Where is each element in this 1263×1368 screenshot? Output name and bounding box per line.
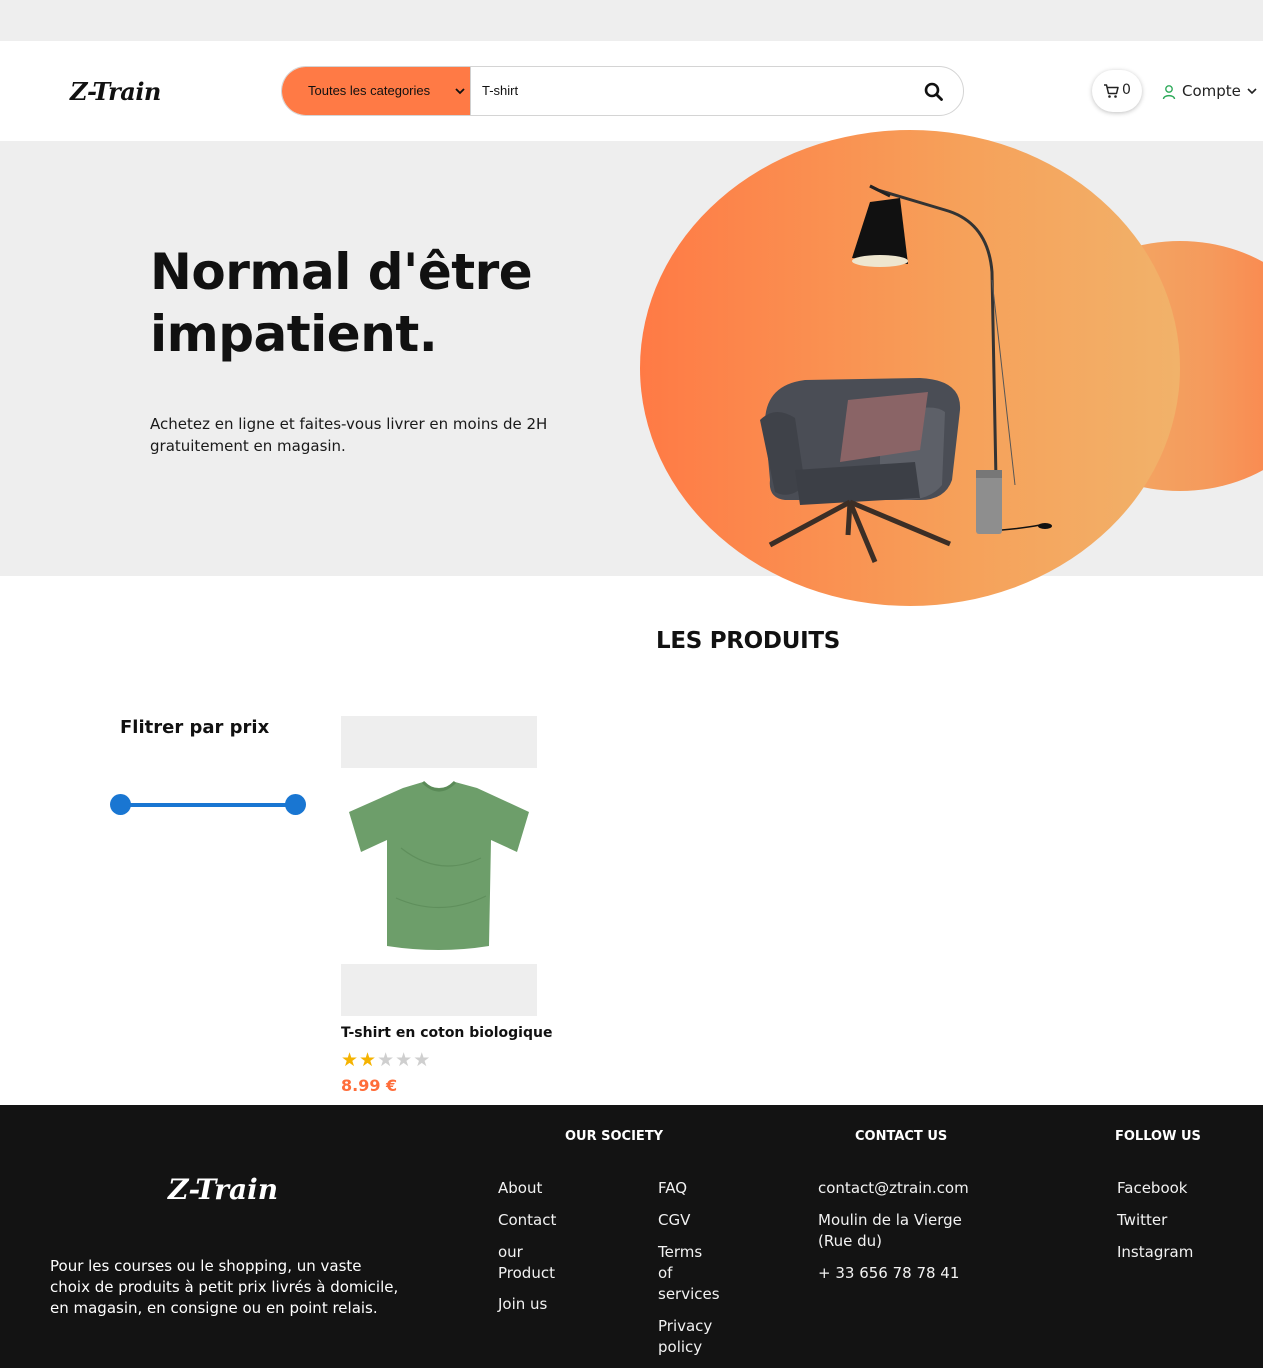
footer-heading-follow: FOLLOW US bbox=[1115, 1129, 1201, 1144]
product-name[interactable]: T-shirt en coton biologique bbox=[341, 1025, 552, 1041]
slider-min-handle[interactable] bbox=[110, 794, 131, 815]
star-empty-icon: ★ bbox=[377, 1049, 395, 1071]
slider-track bbox=[120, 803, 296, 807]
footer-link-about[interactable]: About bbox=[498, 1178, 608, 1199]
footer-link-contact[interactable]: Contact bbox=[498, 1210, 608, 1231]
footer-link-faq[interactable]: FAQ bbox=[658, 1178, 758, 1199]
cart-count: 0 bbox=[1122, 82, 1131, 98]
footer-link-our-product[interactable]: our Product bbox=[498, 1242, 560, 1284]
search-icon[interactable] bbox=[922, 80, 946, 104]
price-filter-title: Flitrer par prix bbox=[120, 717, 270, 738]
hero-title: Normal d'être impatient. bbox=[150, 243, 533, 363]
armchair-and-lamp-image bbox=[760, 184, 1052, 563]
cart-button[interactable]: 0 bbox=[1092, 70, 1142, 112]
footer-link-twitter[interactable]: Twitter bbox=[1117, 1210, 1237, 1231]
cart-icon bbox=[1104, 84, 1119, 98]
footer-contact-address: Moulin de la Vierge (Rue du) bbox=[818, 1211, 962, 1250]
footer-link-facebook[interactable]: Facebook bbox=[1117, 1178, 1237, 1199]
footer-heading-society: OUR SOCIETY bbox=[565, 1129, 664, 1144]
product-price: 8.99 € bbox=[341, 1076, 398, 1095]
products-section-title: LES PRODUITS bbox=[655, 628, 841, 654]
footer-description: Pour les courses ou le shopping, un vast… bbox=[50, 1257, 399, 1317]
search-bar: Toutes les categories T-shirt bbox=[281, 66, 964, 116]
footer-link-instagram[interactable]: Instagram bbox=[1117, 1242, 1237, 1263]
site-footer: Z-Train Pour les courses ou le shopping,… bbox=[0, 1105, 1263, 1368]
user-icon bbox=[1162, 85, 1176, 100]
footer-link-terms[interactable]: Terms of services bbox=[658, 1242, 720, 1305]
account-label: Compte bbox=[1182, 82, 1241, 100]
footer-heading-contact: CONTACT US bbox=[855, 1129, 948, 1144]
chevron-down-icon bbox=[455, 88, 465, 95]
search-input[interactable]: T-shirt bbox=[482, 83, 518, 98]
category-select[interactable]: Toutes les categories bbox=[282, 67, 471, 115]
chevron-down-icon bbox=[1247, 88, 1257, 95]
star-empty-icon: ★ bbox=[395, 1049, 413, 1071]
footer-contact-phone: + 33 656 78 78 41 bbox=[818, 1264, 960, 1282]
slider-max-handle[interactable] bbox=[285, 794, 306, 815]
price-range-slider[interactable] bbox=[110, 794, 306, 816]
site-logo[interactable]: Z-Train bbox=[70, 77, 161, 106]
top-strip bbox=[0, 0, 1263, 41]
footer-contact-email[interactable]: contact@ztrain.com bbox=[818, 1178, 1018, 1199]
hero-subtitle: Achetez en ligne et faites-vous livrer e… bbox=[150, 415, 548, 455]
product-card[interactable]: T-shirt en coton biologique ★★★★★ 8.99 € bbox=[341, 716, 552, 1101]
green-tshirt-image bbox=[349, 780, 529, 950]
product-rating: ★★★★★ bbox=[341, 1050, 431, 1070]
product-image-frame[interactable] bbox=[341, 716, 537, 1016]
star-filled-icon: ★ bbox=[341, 1049, 359, 1071]
footer-link-cgv[interactable]: CGV bbox=[658, 1210, 758, 1231]
star-empty-icon: ★ bbox=[413, 1049, 431, 1071]
star-filled-icon: ★ bbox=[359, 1049, 377, 1071]
category-select-label: Toutes les categories bbox=[308, 83, 431, 98]
site-header: Z-Train Toutes les categories T-shirt 0 … bbox=[0, 41, 1263, 141]
product-image-backdrop bbox=[341, 768, 537, 964]
footer-link-join-us[interactable]: Join us bbox=[498, 1294, 608, 1315]
footer-link-privacy[interactable]: Privacy policy bbox=[658, 1316, 716, 1358]
footer-logo[interactable]: Z-Train bbox=[168, 1173, 278, 1206]
